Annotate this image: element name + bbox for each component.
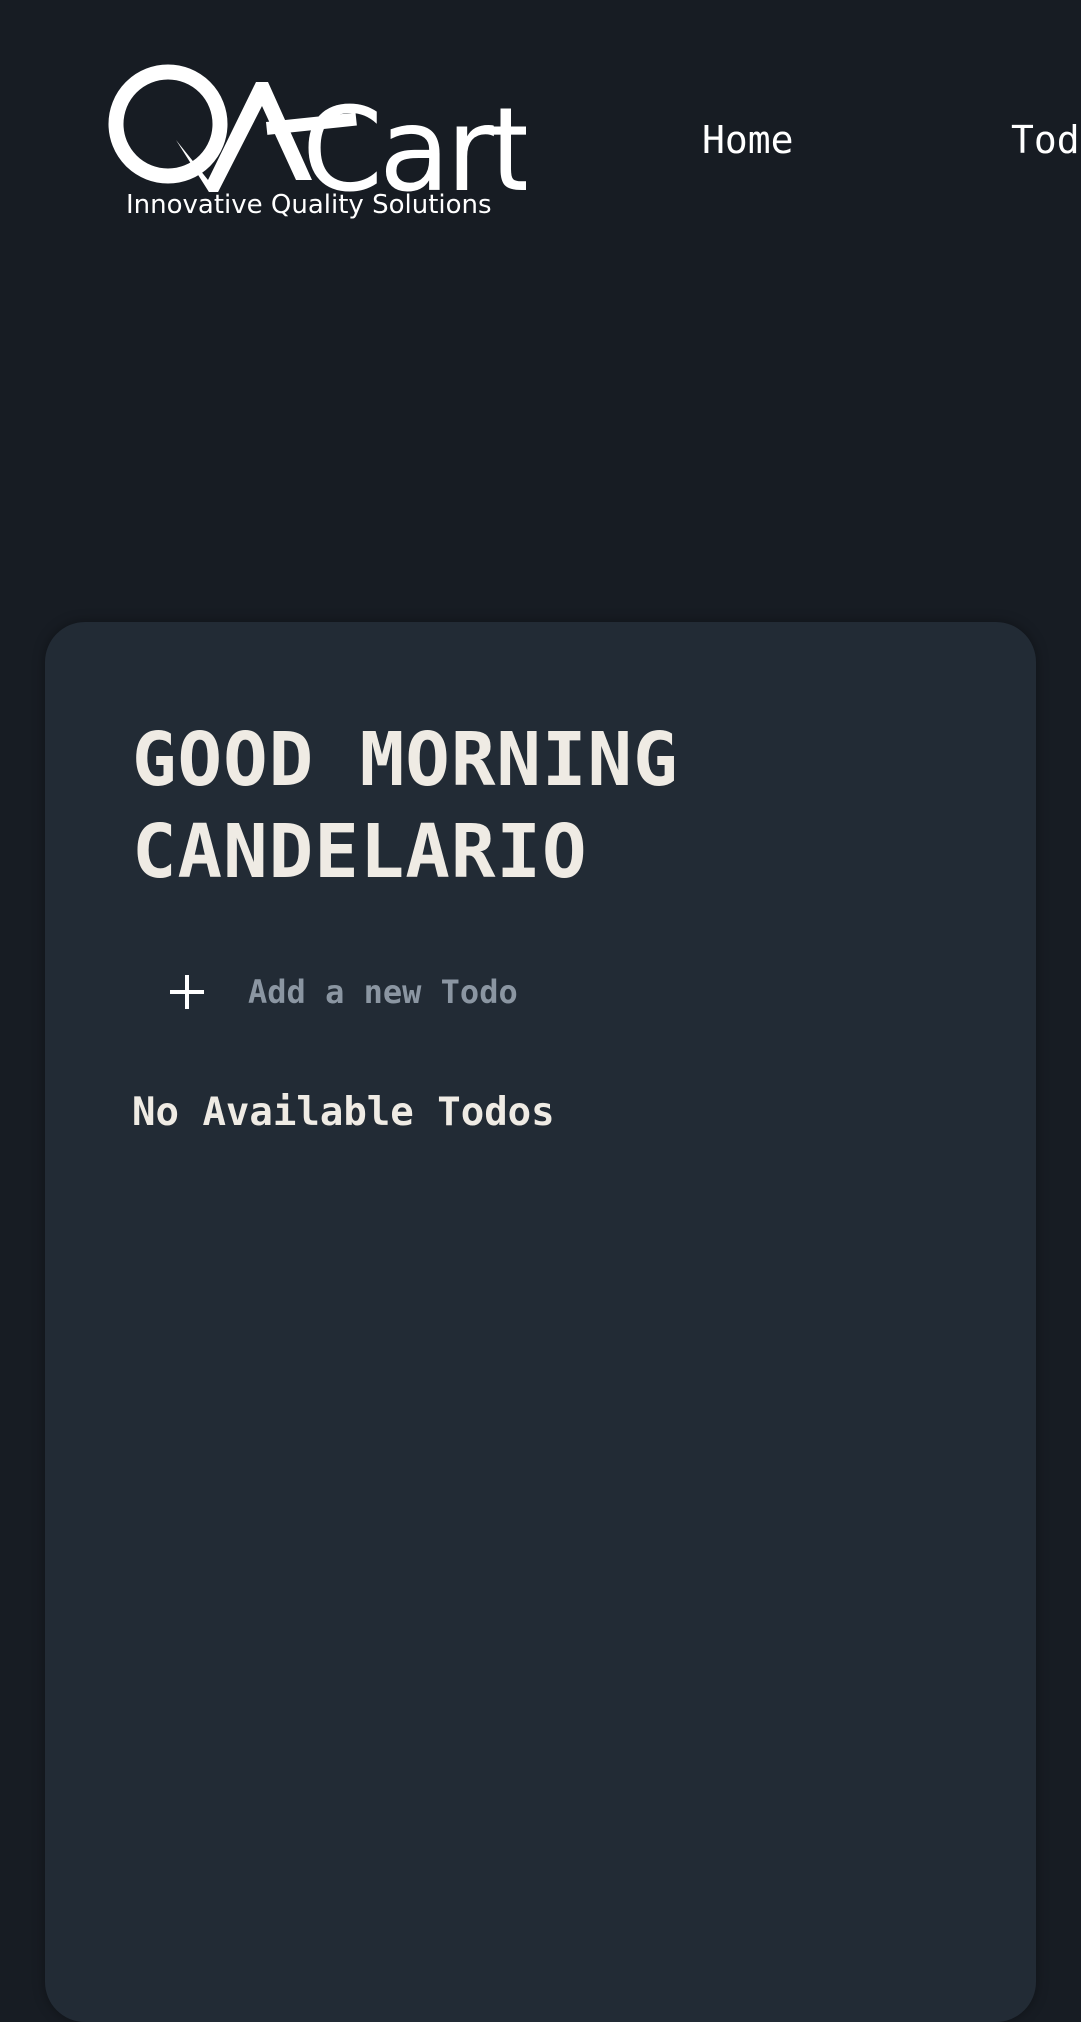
new-todo-input[interactable] bbox=[248, 973, 808, 1011]
greeting-heading: GOOD MORNING CANDELARIO bbox=[132, 714, 952, 898]
plus-icon[interactable] bbox=[170, 975, 204, 1009]
new-todo-row[interactable] bbox=[170, 960, 870, 1024]
qacart-logo[interactable]: Cart Innovative Quality Solutions bbox=[106, 62, 526, 232]
svg-text:Cart: Cart bbox=[302, 83, 526, 192]
greeting-line-1: GOOD MORNING bbox=[132, 717, 679, 803]
nav-link-todo[interactable]: Todo bbox=[1011, 118, 1081, 162]
greeting-line-2: CANDELARIO bbox=[132, 809, 588, 895]
empty-todos-message: No Available Todos bbox=[132, 1090, 555, 1135]
logo-tagline: Innovative Quality Solutions bbox=[126, 190, 492, 220]
site-header: Cart Innovative Quality Solutions Home T… bbox=[0, 0, 1081, 260]
todo-card: GOOD MORNING CANDELARIO No Available Tod… bbox=[45, 622, 1036, 2022]
logo-wordmark-graphic: Cart bbox=[108, 64, 526, 192]
nav-link-home[interactable]: Home bbox=[702, 118, 794, 162]
